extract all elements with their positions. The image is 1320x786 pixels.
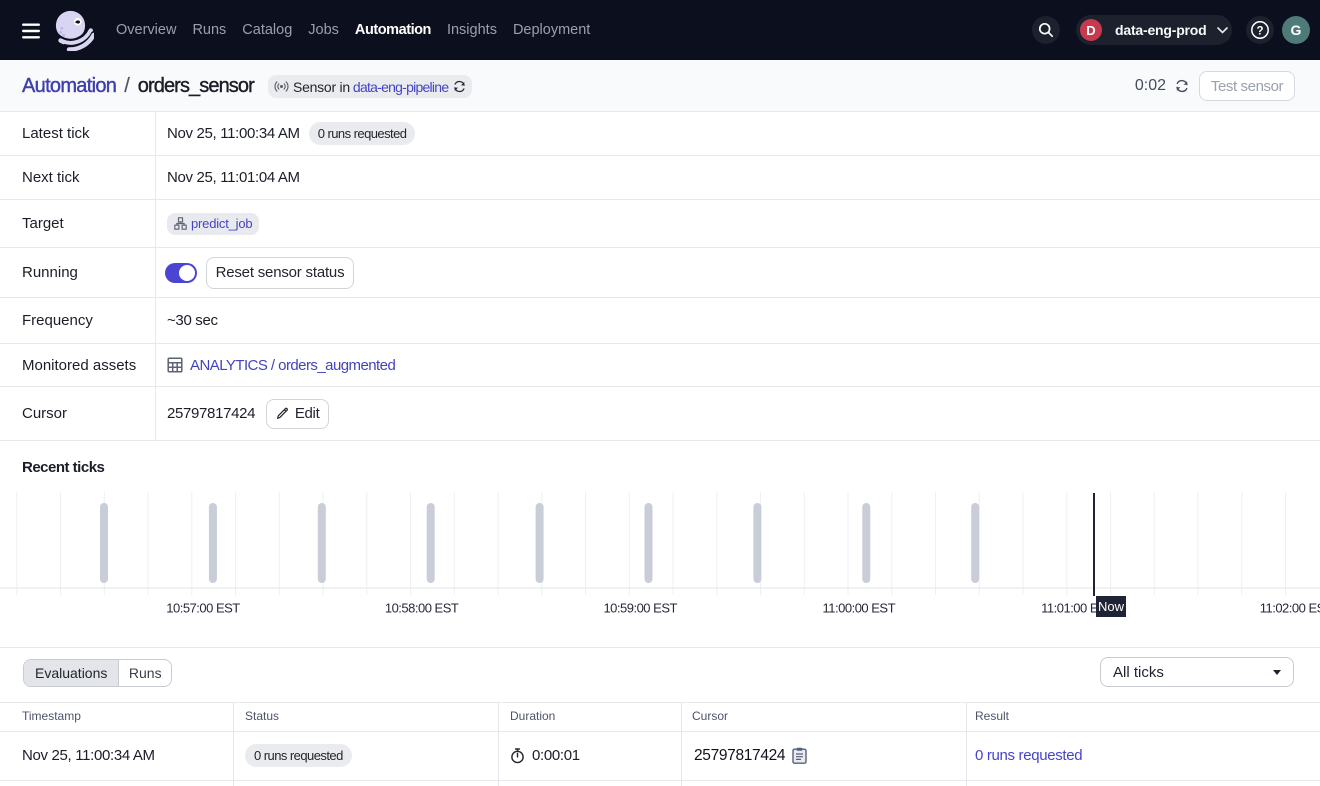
svg-text:Now: Now — [1098, 599, 1125, 614]
svg-text:11:00:00 EST: 11:00:00 EST — [823, 601, 896, 616]
svg-text:?: ? — [1256, 25, 1263, 37]
svg-text:11:02:00 EST: 11:02:00 EST — [1260, 601, 1320, 616]
svg-text:10:59:00 EST: 10:59:00 EST — [603, 601, 677, 616]
svg-text:10:57:00 EST: 10:57:00 EST — [166, 601, 240, 616]
svg-text:10:58:00 EST: 10:58:00 EST — [385, 601, 459, 616]
